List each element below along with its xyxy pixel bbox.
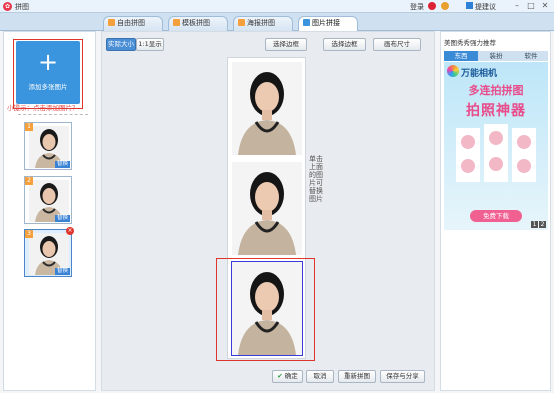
delete-icon[interactable]: × <box>66 227 74 235</box>
mode-tabs: 自由拼图 模板拼图 海报拼图 图片拼接 <box>0 13 554 32</box>
ad-page-1[interactable]: 1 <box>531 221 538 228</box>
tab-software[interactable]: 软件 <box>514 51 548 61</box>
thumbnail-2[interactable]: 2 替换 <box>24 176 72 224</box>
title-bar: ✿ 拼图 登录 提建议 – □ ✕ <box>0 0 554 13</box>
tab-dressup[interactable]: 装扮 <box>479 51 513 61</box>
ad-pager: 12 <box>530 221 546 228</box>
selected-photo-highlight <box>216 258 315 361</box>
stitch-icon <box>303 19 310 26</box>
check-icon: ✔ <box>277 372 283 380</box>
close-button[interactable]: ✕ <box>540 1 550 11</box>
minimize-button[interactable]: – <box>512 1 522 11</box>
user-icon[interactable] <box>428 2 436 10</box>
tab-template-collage[interactable]: 模板拼图 <box>168 16 228 31</box>
poster-icon <box>238 19 245 26</box>
app-window: ✿ 拼图 登录 提建议 – □ ✕ 自由拼图 模板拼图 海报拼图 图片拼接 + … <box>0 0 554 393</box>
ad-brand: 万能相机 <box>461 69 498 79</box>
template-icon <box>173 19 180 26</box>
home-icon[interactable] <box>441 2 449 10</box>
divider <box>18 114 88 115</box>
portrait-image <box>232 162 302 255</box>
ad-slogan: 拍照神器 <box>466 103 526 119</box>
app-logo-icon: ✿ <box>3 2 12 11</box>
tab-poster-collage[interactable]: 海报拼图 <box>233 16 293 31</box>
portrait-image <box>232 62 302 155</box>
free-download-button[interactable]: 免费下载 <box>470 210 522 222</box>
feedback-link[interactable]: 提建议 <box>475 2 496 12</box>
add-button-highlight <box>13 39 83 109</box>
ad-page-2[interactable]: 2 <box>539 221 546 228</box>
canvas-size-dropdown[interactable]: 画布尺寸 <box>373 38 421 51</box>
replace-hint-vertical: 单击上面的图片可替换图片 <box>309 155 323 203</box>
actual-size-button[interactable]: 实际大小 <box>106 38 136 51</box>
confirm-button[interactable]: ✔ 确定 <box>272 370 303 383</box>
recommend-title: 美图秀秀强力推荐 <box>444 39 496 47</box>
image-list-panel: + 添加多张图片 小提示：点击添加图片？ 1 替换 2 替换 3 替换 × <box>3 31 96 391</box>
reset-button[interactable]: 重新拼图 <box>338 370 376 383</box>
app-title: 拼图 <box>15 3 29 11</box>
ad-photos-image <box>456 124 536 182</box>
feedback-icon[interactable] <box>466 2 473 9</box>
maximize-button[interactable]: □ <box>526 1 536 11</box>
thumbnail-1[interactable]: 1 替换 <box>24 122 72 170</box>
cancel-button[interactable]: 取消 <box>306 370 334 383</box>
tab-image-stitch[interactable]: 图片拼接 <box>298 16 358 32</box>
one-to-one-button[interactable]: 1:1显示 <box>136 38 164 51</box>
ad-banner[interactable]: 万能相机 多连拍拼图 拍照神器 免费下载 12 <box>444 62 548 230</box>
recommend-tabs: 东西 装扮 软件 <box>444 51 548 61</box>
tab-free-collage[interactable]: 自由拼图 <box>103 16 163 31</box>
replace-button[interactable]: 替换 <box>54 215 70 222</box>
background-select-dropdown[interactable]: 选择边框 <box>323 38 366 51</box>
stitched-photo-1[interactable] <box>232 62 302 155</box>
free-collage-icon <box>108 19 115 26</box>
hint-text: 小提示：点击添加图片？ <box>7 104 79 112</box>
stitched-photo-2[interactable] <box>232 162 302 255</box>
replace-button[interactable]: 替换 <box>54 161 70 168</box>
border-select-button[interactable]: 选择边框 <box>265 38 307 51</box>
replace-button[interactable]: 替换 <box>54 268 70 275</box>
login-link[interactable]: 登录 <box>410 2 424 12</box>
recommend-panel: 美图秀秀强力推荐 东西 装扮 软件 万能相机 多连拍拼图 拍照神器 免费下载 1… <box>440 31 551 391</box>
save-share-button[interactable]: 保存与分享 <box>380 370 425 383</box>
thumbnail-3[interactable]: 3 替换 × <box>24 227 74 277</box>
tab-items[interactable]: 东西 <box>444 51 478 61</box>
camera-app-logo-icon <box>447 65 459 77</box>
ad-headline: 多连拍拼图 <box>468 84 524 97</box>
